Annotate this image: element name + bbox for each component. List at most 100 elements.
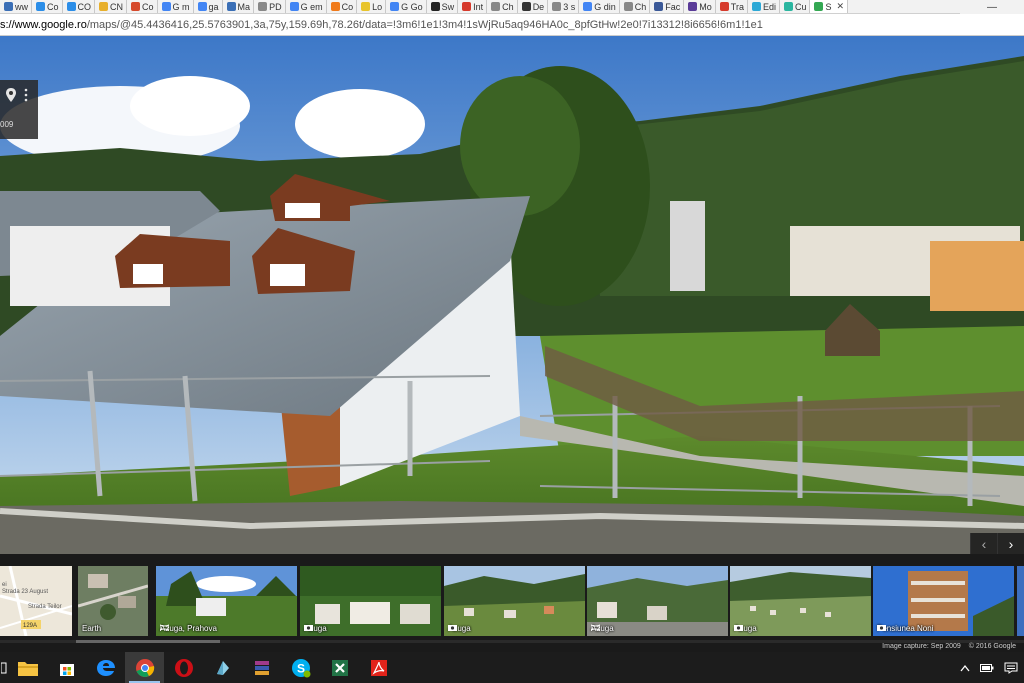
- thumb-photo-azuga-1[interactable]: Azuga: [300, 566, 441, 636]
- close-tab-icon[interactable]: ✕: [837, 1, 845, 12]
- winrar-icon[interactable]: [242, 652, 281, 683]
- image-credit: Image capture: Sep 2009 © 2016 Google: [874, 643, 1016, 650]
- browser-tab[interactable]: Cu: [780, 0, 811, 13]
- tab-title: 3 s: [563, 1, 576, 12]
- tab-favicon-icon: [751, 2, 761, 11]
- app-icon[interactable]: [203, 652, 242, 683]
- browser-tab[interactable]: G m: [158, 0, 194, 13]
- tab-title: Tra: [730, 1, 744, 12]
- camera-icon: [877, 625, 886, 631]
- task-view-icon[interactable]: [0, 652, 8, 683]
- skype-icon[interactable]: S: [281, 652, 320, 683]
- thumb-label: Azuga: [448, 624, 471, 633]
- browser-tab[interactable]: PD: [254, 0, 286, 13]
- browser-tab[interactable]: CO: [63, 0, 96, 13]
- tab-title: PD: [269, 1, 282, 12]
- thumb-label: Azuga: [304, 624, 327, 633]
- camera-icon: [734, 625, 743, 631]
- tab-title: Cu: [794, 1, 807, 12]
- browser-tab[interactable]: S ✕: [810, 0, 849, 13]
- battery-icon[interactable]: [980, 663, 994, 673]
- panorama-icon: [160, 624, 169, 631]
- camera-icon: [304, 625, 313, 631]
- tab-title: Ch: [634, 1, 647, 12]
- chrome-icon[interactable]: [125, 652, 164, 683]
- browser-tab[interactable]: Sw: [427, 0, 459, 13]
- browser-tab[interactable]: Ch: [487, 0, 518, 13]
- browser-tab[interactable]: CN: [95, 0, 128, 13]
- file-explorer-icon[interactable]: [8, 652, 47, 683]
- acrobat-icon[interactable]: [359, 652, 398, 683]
- store-icon[interactable]: [47, 652, 86, 683]
- browser-tab[interactable]: Ch: [620, 0, 651, 13]
- tab-title: CN: [110, 1, 124, 12]
- tab-title: Fac: [665, 1, 681, 12]
- tab-favicon-icon: [131, 2, 141, 11]
- browser-tab[interactable]: G em: [286, 0, 327, 13]
- tab-title: Ma: [237, 1, 251, 12]
- tab-favicon-icon: [491, 2, 501, 11]
- browser-tab[interactable]: Ma: [223, 0, 255, 13]
- tab-favicon-icon: [330, 2, 340, 11]
- filmstrip-next-button[interactable]: ›: [997, 533, 1024, 554]
- tab-favicon-icon: [814, 2, 824, 11]
- tab-title: Co: [341, 1, 354, 12]
- thumb-photo-azuga-3[interactable]: Azuga: [730, 566, 871, 636]
- map-text-ei: ei: [2, 582, 7, 588]
- screen: ww Co CO CN Co G m ga Ma PD G em Co Lo G Go Sw Int Ch De…: [0, 0, 1024, 683]
- filmstrip-scrollbar-thumb[interactable]: [76, 640, 220, 643]
- street-view-panorama[interactable]: 009: [0, 36, 1024, 554]
- tab-title: Co: [142, 1, 154, 12]
- browser-tab[interactable]: ww: [0, 0, 32, 13]
- tab-title: Lo: [372, 1, 383, 12]
- browser-tab[interactable]: Tra: [716, 0, 748, 13]
- browser-tab[interactable]: De: [518, 0, 549, 13]
- browser-tab[interactable]: Mo: [684, 0, 716, 13]
- tab-title: De: [532, 1, 545, 12]
- browser-tab[interactable]: Co: [32, 0, 63, 13]
- copyright-text[interactable]: © 2016 Google: [969, 643, 1016, 650]
- thumb-earth[interactable]: Earth: [78, 566, 148, 636]
- tab-title: Int: [473, 1, 484, 12]
- tab-title: Ch: [502, 1, 514, 12]
- thumb-streetview-azuga-prahova[interactable]: Azuga, Prahova: [156, 566, 297, 636]
- thumb-photo-pensiunea-noni[interactable]: Pensiunea Noni: [873, 566, 1014, 636]
- thumb-map[interactable]: ei Strada 23 August Strada Teilor 129A: [0, 566, 72, 636]
- tab-favicon-icon: [583, 2, 593, 11]
- tab-favicon-icon: [688, 2, 698, 11]
- window-controls: —: [960, 0, 1024, 14]
- browser-tab[interactable]: Co: [127, 0, 158, 13]
- chevron-up-icon[interactable]: [960, 664, 970, 672]
- thumb-streetview-azuga[interactable]: Azuga: [587, 566, 728, 636]
- more-vert-icon[interactable]: [23, 88, 29, 102]
- url-text[interactable]: s://www.google.ro/maps/@45.4436416,25.57…: [0, 19, 763, 31]
- tab-title: Edi: [762, 1, 776, 12]
- street-view-info-card[interactable]: 009: [0, 80, 38, 139]
- browser-tab[interactable]: ga: [194, 0, 223, 13]
- thumb-partial[interactable]: [1017, 566, 1024, 636]
- browser-tab[interactable]: Co: [327, 0, 358, 13]
- tab-title: Sw: [441, 1, 455, 12]
- thumb-photo-azuga-2[interactable]: Azuga: [444, 566, 585, 636]
- browser-tab[interactable]: Edi: [748, 0, 780, 13]
- filmstrip-prev-button[interactable]: ‹: [970, 533, 997, 554]
- tab-favicon-icon: [783, 2, 793, 11]
- browser-tab[interactable]: 3 s: [548, 0, 580, 13]
- browser-tab[interactable]: G din: [579, 0, 620, 13]
- panorama-icon: [591, 624, 600, 631]
- address-bar[interactable]: s://www.google.ro/maps/@45.4436416,25.57…: [0, 14, 1024, 36]
- tab-favicon-icon: [623, 2, 633, 11]
- opera-icon[interactable]: [164, 652, 203, 683]
- browser-tab[interactable]: Lo: [357, 0, 387, 13]
- tab-favicon-icon: [462, 2, 472, 11]
- browser-tab[interactable]: Fac: [650, 0, 685, 13]
- browser-tab[interactable]: G Go: [386, 0, 427, 13]
- browser-tab[interactable]: Int: [458, 0, 488, 13]
- map-pin-icon[interactable]: [6, 88, 16, 102]
- map-text-road-129a: 129A: [23, 623, 37, 629]
- notifications-icon[interactable]: [1004, 662, 1018, 674]
- camera-icon: [448, 625, 457, 631]
- minimize-button[interactable]: —: [987, 2, 997, 13]
- edge-icon[interactable]: [86, 652, 125, 683]
- excel-icon[interactable]: [320, 652, 359, 683]
